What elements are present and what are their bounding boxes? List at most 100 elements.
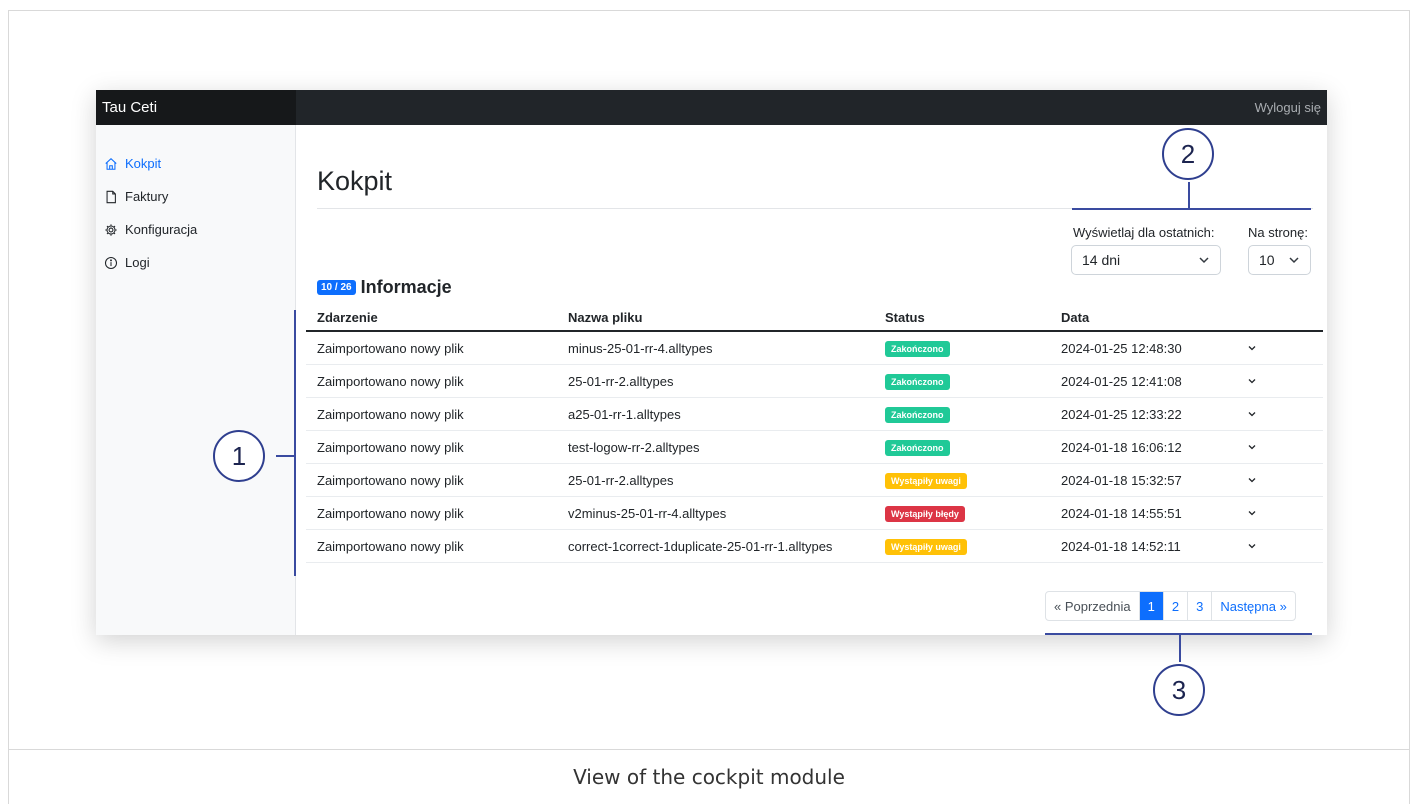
sidebar-item-label: Logi (125, 255, 150, 270)
filename-cell: 25-01-rr-2.alltypes (568, 472, 674, 488)
table-row[interactable]: Zaimportowano nowy plik correct-1correct-… (306, 530, 1323, 563)
date-cell: 2024-01-25 12:33:22 (1061, 406, 1182, 422)
document-icon (106, 190, 116, 203)
sidebar-item-kokpit[interactable]: Kokpit (96, 147, 295, 180)
event-cell: Zaimportowano nowy plik (317, 472, 464, 488)
chevron-down-icon (1248, 378, 1256, 383)
callout-2: 2 (1162, 128, 1214, 180)
table-row[interactable]: Zaimportowano nowy plik 25-01-rr-2.alltyp… (306, 464, 1323, 497)
event-cell: Zaimportowano nowy plik (317, 439, 464, 455)
app-window: Tau Ceti Wyloguj się Kokpit Faktury Konf… (96, 90, 1327, 635)
period-label: Wyświetlaj dla ostatnich: (1073, 225, 1215, 240)
section-title: Informacje (360, 277, 452, 297)
gear-icon (105, 223, 117, 236)
section-header: 10 / 26 Informacje (317, 277, 452, 298)
filename-cell: v2minus-25-01-rr-4.alltypes (568, 505, 727, 521)
callout-2-connector (1188, 182, 1190, 209)
expand-row-button[interactable] (1241, 407, 1323, 422)
status-cell: Wystąpiły uwagi (885, 472, 1061, 489)
status-cell: Zakończono (885, 340, 1061, 357)
callout-3: 3 (1153, 664, 1205, 716)
main-content: Kokpit Wyświetlaj dla ostatnich: 14 dni … (296, 125, 1327, 635)
table-row[interactable]: Zaimportowano nowy plik a25-01-rr-1.allty… (306, 398, 1323, 431)
status-cell: Wystąpiły błędy (885, 505, 1061, 522)
callout-1-connector (276, 455, 294, 457)
page-3-button[interactable]: 3 (1188, 592, 1213, 620)
sidebar-item-label: Kokpit (125, 156, 162, 171)
filename-cell: minus-25-01-rr-4.alltypes (568, 340, 713, 356)
column-header[interactable]: Nazwa pliku (568, 310, 885, 325)
table-row[interactable]: Zaimportowano nowy plik test-logow-rr-2.a… (306, 431, 1323, 464)
event-cell: Zaimportowano nowy plik (317, 406, 464, 422)
next-page-button[interactable]: Następna » (1212, 592, 1295, 620)
event-cell: Zaimportowano nowy plik (317, 340, 464, 356)
filename-cell: 25-01-rr-2.alltypes (568, 373, 674, 389)
date-cell: 2024-01-25 12:41:08 (1061, 373, 1182, 389)
table-body: Zaimportowano nowy plik minus-25-01-rr-4.… (306, 332, 1323, 563)
expand-row-button[interactable] (1241, 440, 1323, 455)
event-cell: Zaimportowano nowy plik (317, 373, 464, 389)
sidebar: Kokpit Faktury Konfiguracja Logi (96, 125, 296, 635)
filename-cell: test-logow-rr-2.alltypes (568, 439, 700, 455)
status-badge: Wystąpiły uwagi (885, 538, 967, 555)
callout-2-bracket (1072, 208, 1311, 210)
chevron-down-icon (1248, 510, 1256, 515)
callout-1: 1 (213, 430, 265, 482)
expand-row-button[interactable] (1241, 473, 1323, 488)
status-cell: Zakończono (885, 406, 1061, 423)
date-cell: 2024-01-25 12:48:30 (1061, 340, 1182, 356)
prev-page-button[interactable]: « Poprzednia (1046, 592, 1140, 620)
event-cell: Zaimportowano nowy plik (317, 538, 464, 554)
page-2-button[interactable]: 2 (1164, 592, 1189, 620)
expand-row-button[interactable] (1241, 374, 1323, 389)
sidebar-item-logi[interactable]: Logi (96, 246, 295, 279)
status-badge: Zakończono (885, 439, 950, 456)
page-title: Kokpit (317, 166, 393, 196)
date-cell: 2024-01-18 15:32:57 (1061, 472, 1182, 488)
expand-row-button[interactable] (1241, 539, 1323, 554)
home-icon (105, 157, 117, 170)
callout-1-bracket (294, 310, 296, 576)
logout-link[interactable]: Wyloguj się (1255, 90, 1321, 125)
status-badge: Zakończono (885, 340, 950, 357)
table-row[interactable]: Zaimportowano nowy plik v2minus-25-01-rr-… (306, 497, 1323, 530)
status-badge: Zakończono (885, 373, 950, 390)
callout-3-connector (1179, 634, 1181, 662)
sidebar-item-label: Konfiguracja (125, 222, 198, 237)
sidebar-item-label: Faktury (125, 189, 169, 204)
info-icon (104, 256, 118, 269)
column-header[interactable]: Zdarzenie (306, 310, 568, 325)
events-table: Zdarzenie Nazwa pliku Status Data Zaimpo… (306, 305, 1323, 563)
chevron-down-icon (1248, 543, 1256, 548)
filename-cell: a25-01-rr-1.alltypes (568, 406, 681, 422)
table-row[interactable]: Zaimportowano nowy plik 25-01-rr-2.alltyp… (306, 365, 1323, 398)
per-page-value: 10 (1259, 252, 1275, 268)
status-cell: Zakończono (885, 439, 1061, 456)
date-cell: 2024-01-18 16:06:12 (1061, 439, 1182, 455)
chevron-down-icon (1248, 411, 1256, 416)
column-header[interactable]: Status (885, 310, 1061, 325)
per-page-select[interactable]: 10 (1248, 245, 1311, 275)
status-badge: Wystąpiły uwagi (885, 472, 967, 489)
pagination: « Poprzednia 1 2 3 Następna » (1045, 591, 1296, 621)
table-header: Zdarzenie Nazwa pliku Status Data (306, 305, 1323, 332)
period-select[interactable]: 14 dni (1071, 245, 1221, 275)
brand[interactable]: Tau Ceti (96, 90, 296, 125)
date-cell: 2024-01-18 14:52:11 (1061, 538, 1181, 554)
expand-row-button[interactable] (1241, 341, 1323, 356)
chevron-down-icon (1248, 345, 1256, 350)
status-cell: Wystąpiły uwagi (885, 538, 1061, 555)
page-1-button[interactable]: 1 (1139, 592, 1164, 620)
date-cell: 2024-01-18 14:55:51 (1061, 505, 1182, 521)
period-value: 14 dni (1082, 252, 1121, 268)
expand-row-button[interactable] (1241, 506, 1323, 521)
filename-cell: correct-1correct-1duplicate-25-01-rr-1.a… (568, 538, 833, 554)
sidebar-item-konfiguracja[interactable]: Konfiguracja (96, 213, 295, 246)
count-badge: 10 / 26 (317, 280, 356, 295)
sidebar-item-faktury[interactable]: Faktury (96, 180, 295, 213)
column-header[interactable]: Data (1061, 310, 1241, 325)
table-row[interactable]: Zaimportowano nowy plik minus-25-01-rr-4.… (306, 332, 1323, 365)
per-page-label: Na stronę: (1248, 225, 1308, 240)
chevron-down-icon (1248, 477, 1256, 482)
chevron-down-icon (1248, 444, 1256, 449)
